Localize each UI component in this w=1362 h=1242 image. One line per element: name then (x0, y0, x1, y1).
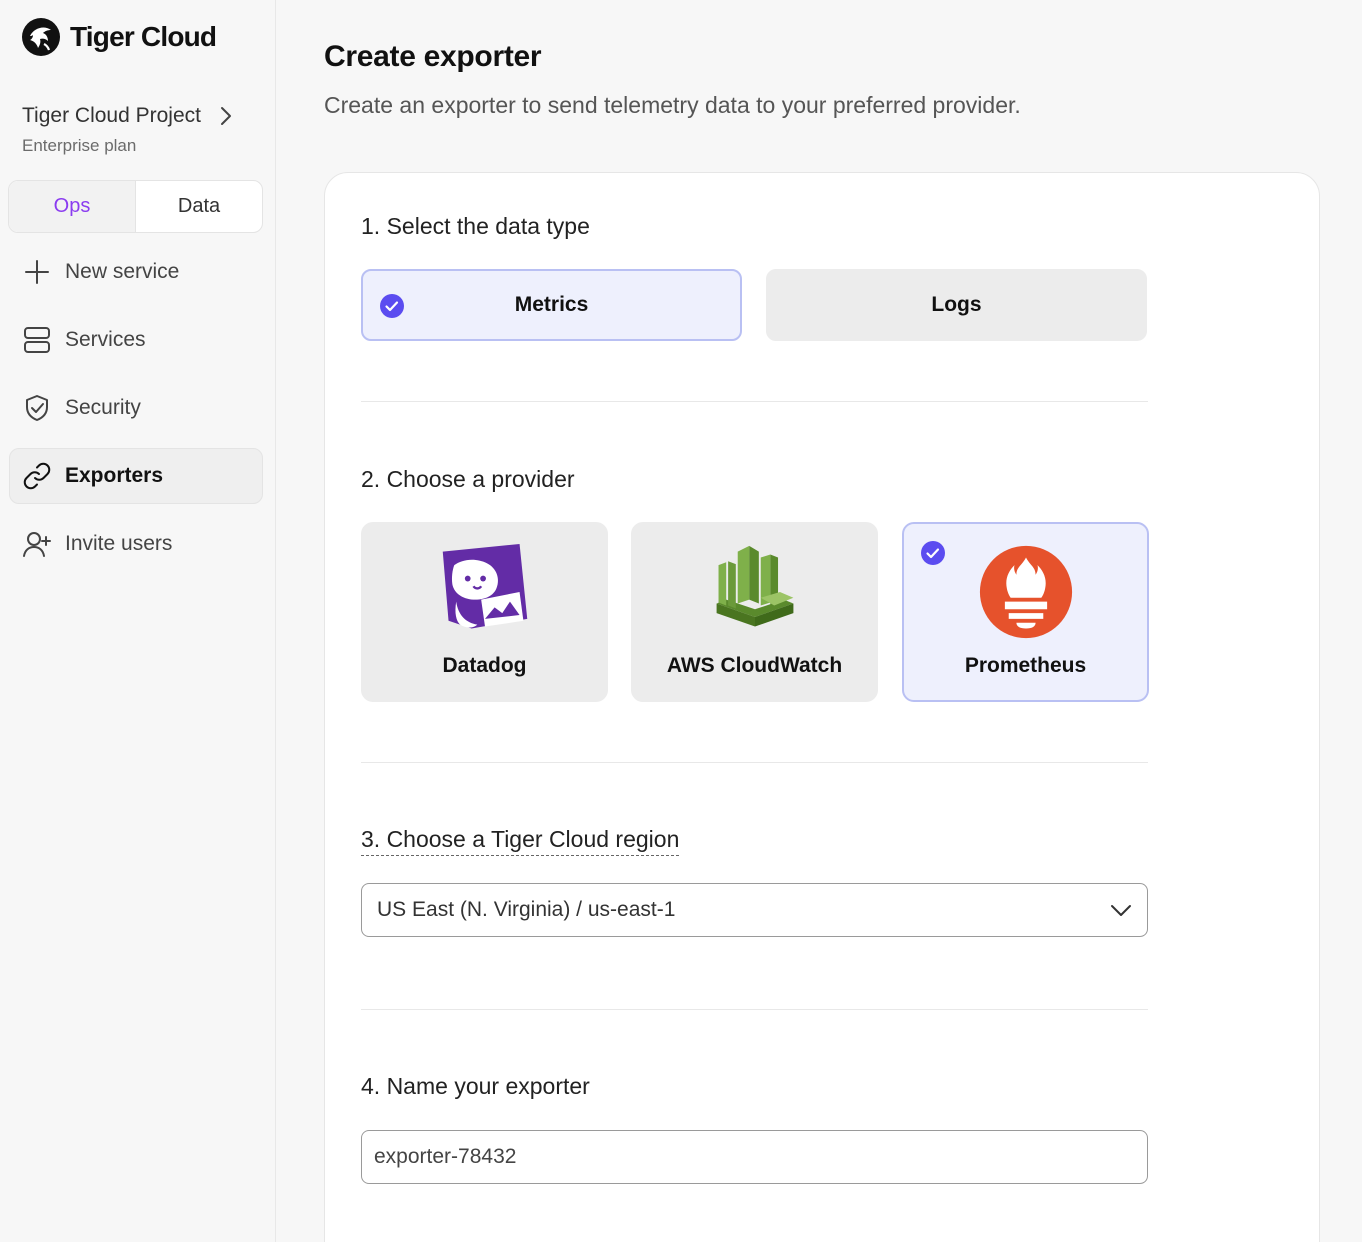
page-subtitle: Create an exporter to send telemetry dat… (324, 92, 1021, 118)
sidebar: Tiger Cloud Tiger Cloud Project Enterpri… (0, 0, 276, 1242)
data-type-label: Metrics (514, 293, 589, 316)
provider-prometheus[interactable]: Prometheus (902, 522, 1149, 702)
main-content: Create exporter Create an exporter to se… (276, 0, 1362, 1242)
data-type-label: Logs (931, 293, 982, 316)
provider-aws-cloudwatch[interactable]: AWS CloudWatch (631, 522, 878, 702)
sidebar-item-services[interactable]: Services (9, 312, 263, 368)
tiger-logo-icon (22, 18, 60, 56)
divider (361, 401, 1148, 402)
step3-title[interactable]: 3. Choose a Tiger Cloud region (361, 826, 680, 856)
step2-title: 2. Choose a provider (361, 466, 575, 492)
exporter-name-input[interactable]: exporter-78432 (361, 1130, 1148, 1184)
plus-icon (25, 260, 49, 284)
server-icon (24, 327, 50, 353)
link-icon (23, 462, 51, 490)
sidebar-item-invite-users[interactable]: Invite users (9, 516, 263, 572)
sidebar-item-exporters[interactable]: Exporters (9, 448, 263, 504)
sidebar-nav: New service Services Security Exporters (9, 244, 263, 584)
tab-data[interactable]: Data (136, 181, 262, 232)
region-select[interactable]: US East (N. Virginia) / us-east-1 (361, 883, 1148, 937)
region-value: US East (N. Virginia) / us-east-1 (377, 898, 676, 921)
chevron-right-icon (220, 107, 231, 125)
mode-switch: Ops Data (8, 180, 263, 233)
user-plus-icon (23, 532, 51, 557)
app-logo[interactable]: Tiger Cloud (20, 16, 217, 58)
exporter-name-value: exporter-78432 (374, 1145, 517, 1168)
check-circle-icon (921, 541, 945, 565)
tab-ops[interactable]: Ops (9, 181, 136, 232)
app-name: Tiger Cloud (70, 21, 217, 52)
data-type-metrics[interactable]: Metrics (361, 269, 742, 341)
shield-check-icon (26, 395, 48, 421)
sidebar-item-label: Invite users (65, 532, 173, 555)
provider-datadog[interactable]: Datadog (361, 522, 608, 702)
aws-cloudwatch-logo-icon (705, 542, 805, 642)
page-title: Create exporter (324, 40, 542, 73)
sidebar-item-label: Services (65, 328, 146, 351)
chevron-down-icon (1111, 905, 1131, 916)
project-switcher[interactable]: Tiger Cloud Project Enterprise plan (22, 104, 252, 156)
sidebar-item-label: Security (65, 396, 141, 419)
step1-title: 1. Select the data type (361, 213, 590, 239)
sidebar-item-new-service[interactable]: New service (9, 244, 263, 300)
project-name: Tiger Cloud Project (22, 104, 201, 127)
provider-label: Datadog (442, 654, 527, 677)
data-type-logs[interactable]: Logs (766, 269, 1147, 341)
divider (361, 1009, 1148, 1010)
provider-label: Prometheus (964, 654, 1087, 677)
provider-label: AWS CloudWatch (666, 654, 843, 677)
sidebar-item-security[interactable]: Security (9, 380, 263, 436)
datadog-logo-icon (435, 542, 535, 642)
prometheus-logo-icon (976, 542, 1076, 642)
step4-title: 4. Name your exporter (361, 1073, 590, 1099)
exporter-form-card: 1. Select the data type Metrics Logs 2. … (324, 172, 1320, 1242)
check-circle-icon (380, 294, 404, 318)
project-plan: Enterprise plan (22, 136, 137, 155)
divider (361, 762, 1148, 763)
sidebar-item-label: New service (65, 260, 180, 283)
sidebar-item-label: Exporters (65, 464, 164, 487)
